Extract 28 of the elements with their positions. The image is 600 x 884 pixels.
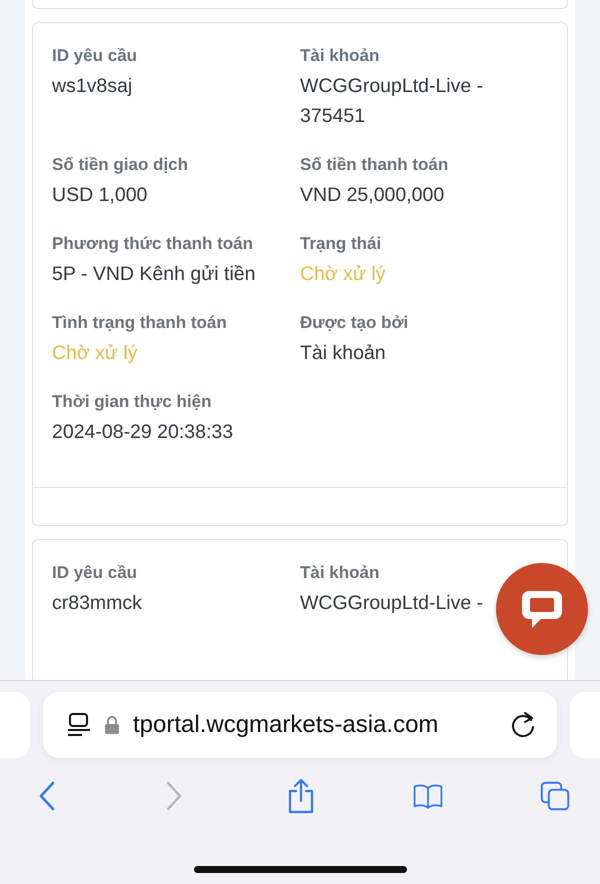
- field-label: ID yêu cầu: [52, 45, 138, 67]
- reload-icon[interactable]: [511, 711, 537, 739]
- field-label: Được tạo bởi: [300, 312, 410, 334]
- field-label: Tài khoản: [300, 45, 380, 67]
- field-label: ID yêu cầu: [52, 562, 138, 584]
- field-label: Phương thức thanh toán: [52, 233, 254, 255]
- field-value: VND 25,000,000: [300, 183, 446, 208]
- field-label: Tài khoản: [300, 562, 380, 584]
- field-value: 2024-08-29 20:38:33: [52, 420, 234, 445]
- field-label: Trạng thái: [300, 233, 382, 255]
- field-value: cr83mmck: [52, 591, 143, 616]
- reader-icon[interactable]: [67, 712, 91, 738]
- field-label: Số tiền thanh toán: [300, 154, 450, 176]
- lock-icon: [105, 716, 119, 734]
- field-label: Số tiền giao dịch: [52, 154, 190, 176]
- field-value: USD 1,000: [52, 183, 148, 208]
- field-value: Tài khoản: [300, 341, 387, 366]
- field-label: Thời gian thực hiện: [52, 391, 212, 413]
- status-text: Chờ xử lý: [300, 262, 386, 287]
- status-text: Chờ xử lý: [52, 341, 138, 366]
- field-label: Tình trạng thanh toán: [52, 312, 228, 334]
- field-value: WCGGroupLtd-Live - 375451: [300, 74, 484, 129]
- field-value: 5P - VND Kênh gửi tiền: [52, 262, 256, 287]
- url-text: tportal.wcgmarkets-asia.com: [133, 710, 440, 740]
- address-bar[interactable]: tportal.wcgmarkets-asia.com: [43, 692, 557, 758]
- share-button[interactable]: [286, 778, 316, 814]
- field-value: ws1v8saj: [52, 74, 134, 99]
- field-value: WCGGroupLtd-Live -: [300, 591, 484, 616]
